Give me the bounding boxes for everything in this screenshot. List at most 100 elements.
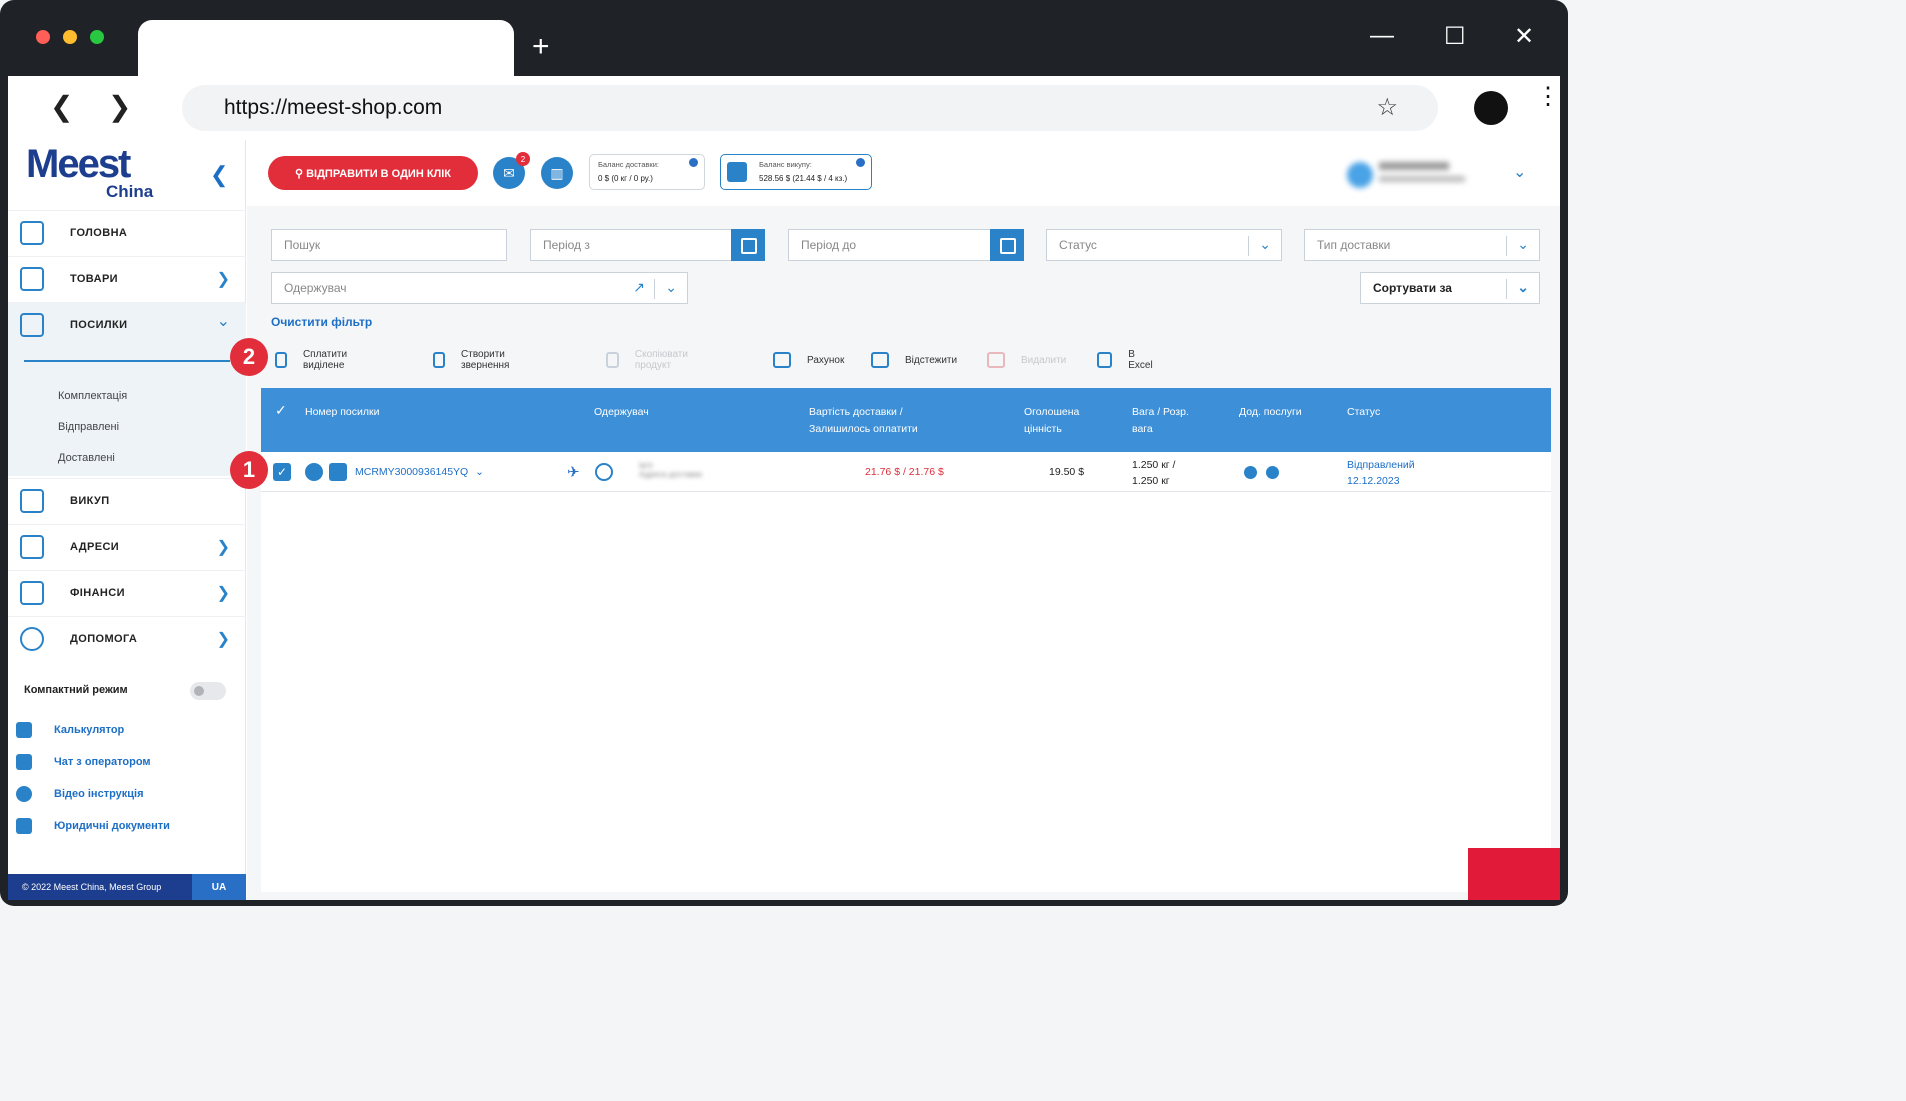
col-cost[interactable]: Вартість доставки / Залишилось оплатити [809, 404, 918, 438]
browser-menu-icon[interactable]: ⋮ [1536, 85, 1560, 109]
select-all-checkbox[interactable]: ✓ [275, 402, 287, 419]
minimize-icon[interactable]: — [1370, 22, 1394, 50]
period-to-input[interactable]: Період до [788, 229, 1024, 261]
user-menu-chevron-icon[interactable]: ⌄ [1513, 162, 1526, 182]
row-checkbox[interactable]: ✓ [273, 463, 291, 481]
minimize-window-dot[interactable] [63, 30, 77, 44]
language-switch[interactable]: UA [192, 874, 246, 900]
operator-chat-link[interactable]: Чат з оператором [16, 754, 151, 770]
delivery-type-select[interactable]: Тип доставки ⌄ [1304, 229, 1540, 261]
col-status[interactable]: Статус [1347, 404, 1380, 421]
profile-avatar-icon[interactable] [1474, 91, 1508, 125]
col-declared-line1: Оголошена [1024, 406, 1080, 418]
delivery-type-placeholder: Тип доставки [1317, 238, 1391, 252]
close-icon[interactable]: ✕ [1514, 22, 1534, 51]
submenu-item-assembly[interactable]: Комплектація [58, 390, 127, 402]
meest-china-logo[interactable]: Meest China [26, 142, 153, 201]
parcel-number-link[interactable]: MCRMY3000936145YQ ⌄ [355, 466, 484, 478]
send-one-click-button[interactable]: ⚲ ВІДПРАВИТИ В ОДИН КЛІК [268, 156, 478, 190]
sidebar-item-help[interactable]: Допомога ❯ [8, 616, 246, 660]
sidebar-item-addresses[interactable]: Адреси ❯ [8, 524, 246, 568]
chevron-right-icon: ❯ [216, 630, 230, 648]
copy-product-button[interactable]: Скопіювати продукт [606, 345, 693, 375]
weight-actual: 1.250 кг / [1132, 459, 1176, 471]
location-pin-icon [20, 534, 44, 559]
copy-icon[interactable] [329, 463, 347, 481]
pay-selected-button[interactable]: Сплатити виділене [275, 345, 353, 375]
sidebar-item-products[interactable]: Товари ❯ [8, 256, 246, 300]
table-header: ✓ Номер посилки Одержувач Вартість доста… [261, 388, 1551, 452]
action-label: Рахунок [807, 354, 845, 366]
url-text[interactable]: https://meest-shop.com [224, 96, 442, 120]
delivery-cost: 21.76 $ / 21.76 $ [865, 466, 944, 478]
compact-mode-toggle[interactable] [190, 682, 226, 700]
parcel-type-icon[interactable] [305, 463, 323, 481]
action-label: Скопіювати продукт [634, 349, 688, 371]
chevron-down-icon[interactable]: ⌄ [475, 466, 484, 478]
address-bar[interactable]: https://meest-shop.com ☆ [182, 85, 1438, 131]
info-icon[interactable] [856, 158, 865, 167]
collapse-sidebar-icon[interactable]: ❮ [210, 162, 228, 188]
action-label: В Excel [1128, 349, 1153, 371]
video-instruction-link[interactable]: Відео інструкція [16, 786, 144, 802]
submenu-item-delivered[interactable]: Доставлені [58, 452, 115, 464]
status-text: Відправлений [1347, 459, 1415, 471]
create-request-button[interactable]: Створити звернення [433, 345, 515, 375]
close-window-dot[interactable] [36, 30, 50, 44]
chevron-down-icon: ⌄ [1517, 279, 1529, 295]
link-label: Відео інструкція [54, 788, 144, 800]
sidebar-item-label: Допомога [70, 632, 138, 645]
recipient-select[interactable]: Одержувач ↗ ⌄ [271, 272, 688, 304]
document-icon [16, 818, 32, 834]
maximize-icon[interactable]: ☐ [1444, 22, 1466, 51]
bookmark-star-icon[interactable]: ☆ [1376, 93, 1398, 122]
status-select[interactable]: Статус ⌄ [1046, 229, 1282, 261]
col-recipient[interactable]: Одержувач [594, 404, 649, 421]
search-input[interactable]: Пошук [271, 229, 507, 261]
action-label: Сплатити виділене [302, 349, 348, 371]
table-row[interactable]: ✓ MCRMY3000936145YQ ⌄ ✈ Ім'я Адреса дост… [261, 452, 1551, 492]
period-from-input[interactable]: Період з [530, 229, 765, 261]
info-icon[interactable] [689, 158, 698, 167]
submenu-item-sent[interactable]: Відправлені [58, 421, 119, 433]
sidebar-item-parcels[interactable]: Посилки ⌄ [8, 302, 246, 346]
track-button[interactable]: Відстежити [871, 345, 957, 375]
back-icon[interactable]: ❮ [50, 90, 73, 123]
delete-button[interactable]: Видалити [987, 345, 1066, 375]
browser-tab[interactable] [138, 20, 514, 80]
delivery-balance[interactable]: Баланс доставки: 0 $ (0 кг / 0 ру.) [589, 154, 705, 190]
window-controls-traffic-lights [36, 30, 104, 44]
service-icon[interactable] [1244, 466, 1257, 479]
sidebar-item-buyout[interactable]: Викуп [8, 478, 246, 522]
calculator-link[interactable]: Калькулятор [16, 722, 124, 738]
sidebar-item-home[interactable]: Головна [8, 210, 246, 254]
legal-documents-link[interactable]: Юридичні документи [16, 818, 170, 834]
declared-value: 19.50 $ [1049, 466, 1085, 478]
service-icon[interactable] [1266, 466, 1279, 479]
purchase-balance[interactable]: Баланс викупу: 528.56 $ (21.44 $ / 4 кз.… [720, 154, 872, 190]
step-marker-1: 1 [230, 451, 268, 489]
new-tab-button[interactable]: + [532, 30, 550, 64]
sidebar-item-finances[interactable]: Фінанси ❯ [8, 570, 246, 614]
forward-icon[interactable]: ❯ [108, 90, 131, 123]
app-area: Meest China ❮ Головна Товари ❯ Посилки ⌄… [8, 140, 1560, 900]
calendar-icon[interactable] [990, 229, 1024, 261]
col-services[interactable]: Дод. послуги [1239, 404, 1302, 421]
clear-filter-link[interactable]: Очистити фільтр [271, 315, 372, 329]
chevron-right-icon: ❯ [216, 538, 230, 556]
period-from-placeholder: Період з [543, 238, 590, 252]
book-icon[interactable]: ▥ [541, 157, 573, 189]
external-link-icon[interactable]: ↗ [633, 279, 645, 296]
user-profile[interactable] [1347, 158, 1467, 190]
divider [1248, 236, 1249, 256]
col-declared-value[interactable]: Оголошена цінність [1024, 404, 1079, 438]
calendar-icon[interactable] [731, 229, 765, 261]
wallet-icon [20, 580, 44, 605]
weight-volumetric: 1.250 кг [1132, 475, 1170, 487]
invoice-button[interactable]: Рахунок [773, 345, 844, 375]
col-weight[interactable]: Вага / Розр. вага [1132, 404, 1189, 438]
export-excel-button[interactable]: В Excel [1097, 345, 1155, 375]
zoom-window-dot[interactable] [90, 30, 104, 44]
sort-by-select[interactable]: Сортувати за ⌄ [1360, 272, 1540, 304]
col-number[interactable]: Номер посилки [305, 404, 379, 421]
